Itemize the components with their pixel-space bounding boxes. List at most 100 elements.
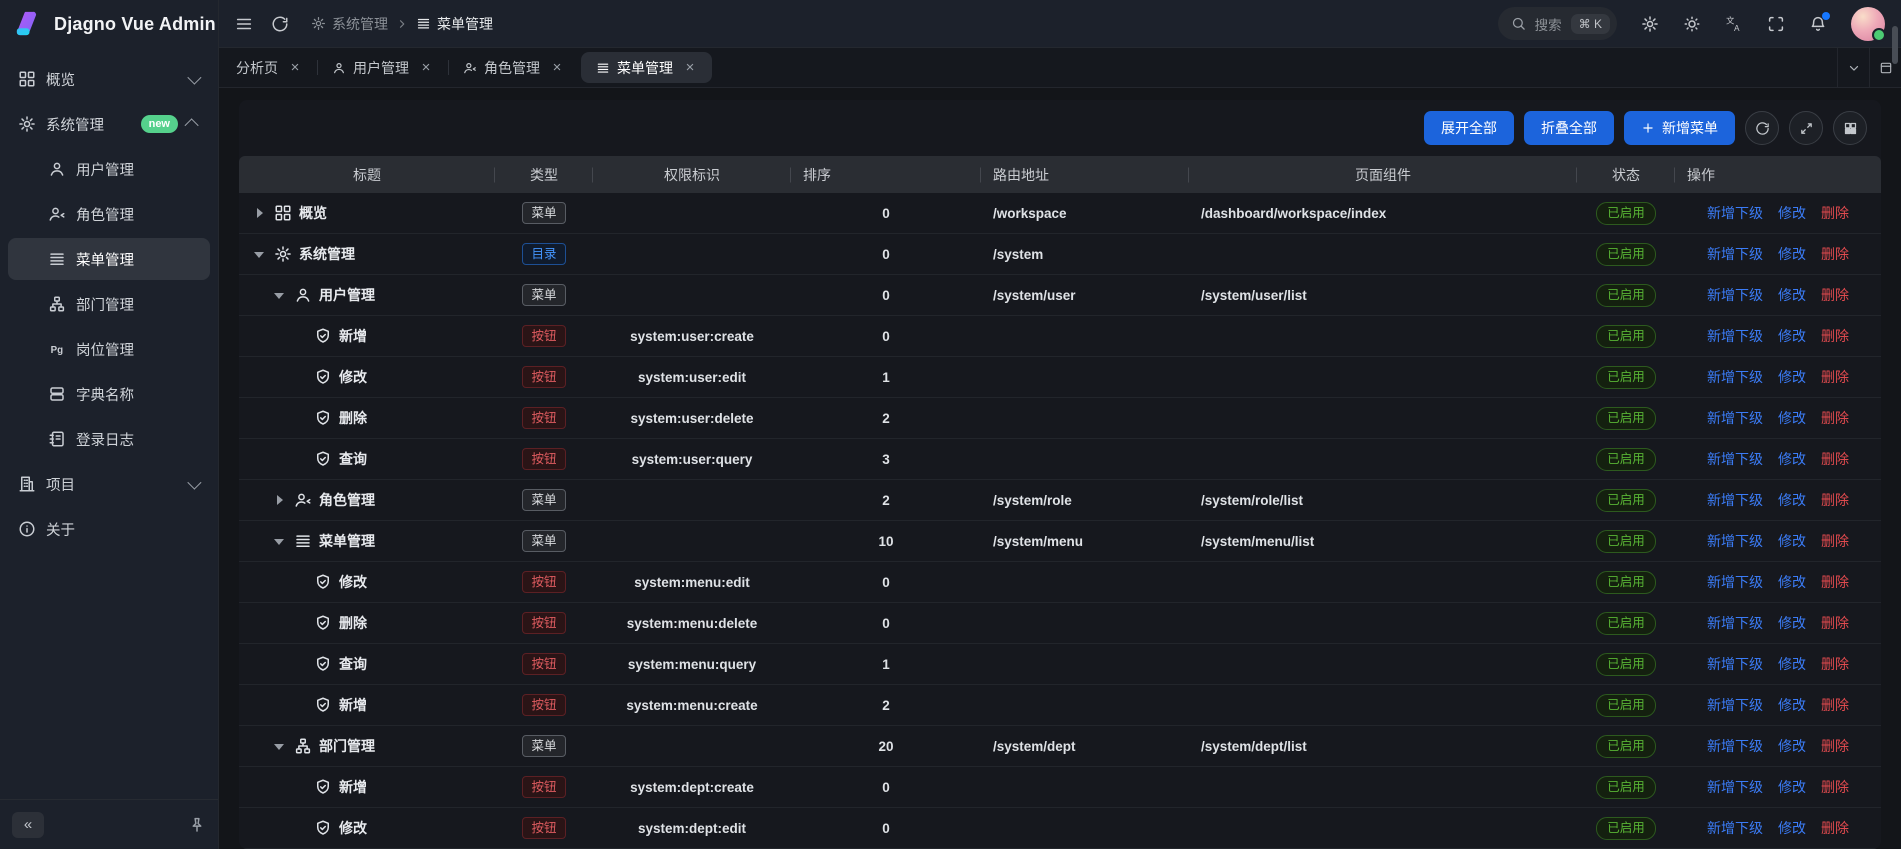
action-add-child[interactable]: 新增下级 <box>1707 490 1763 510</box>
action-delete[interactable]: 删除 <box>1821 613 1849 633</box>
tab[interactable]: 分析页 <box>221 48 317 87</box>
action-edit[interactable]: 修改 <box>1778 449 1806 469</box>
settings-gear-icon[interactable] <box>1641 15 1659 33</box>
action-delete[interactable]: 删除 <box>1821 777 1849 797</box>
tree-toggle-icon[interactable] <box>291 410 307 426</box>
sidebar-item[interactable]: 关于 <box>8 508 210 550</box>
action-edit[interactable]: 修改 <box>1778 490 1806 510</box>
action-add-child[interactable]: 新增下级 <box>1707 449 1763 469</box>
tab[interactable]: 用户管理 <box>317 48 448 87</box>
action-add-child[interactable]: 新增下级 <box>1707 285 1763 305</box>
tree-toggle-icon[interactable] <box>291 328 307 344</box>
action-delete[interactable]: 删除 <box>1821 818 1849 838</box>
action-add-child[interactable]: 新增下级 <box>1707 818 1763 838</box>
add-menu-button[interactable]: 新增菜单 <box>1624 111 1735 145</box>
action-delete[interactable]: 删除 <box>1821 736 1849 756</box>
action-edit[interactable]: 修改 <box>1778 777 1806 797</box>
action-add-child[interactable]: 新增下级 <box>1707 654 1763 674</box>
pin-icon[interactable] <box>188 816 206 834</box>
action-edit[interactable]: 修改 <box>1778 367 1806 387</box>
tab[interactable]: 菜单管理 <box>581 52 712 83</box>
action-add-child[interactable]: 新增下级 <box>1707 736 1763 756</box>
action-add-child[interactable]: 新增下级 <box>1707 367 1763 387</box>
tab-close-icon[interactable] <box>550 61 564 75</box>
sidebar-item[interactable]: 用户管理 <box>8 148 210 190</box>
tree-toggle-icon[interactable] <box>291 574 307 590</box>
tree-toggle-icon[interactable] <box>291 451 307 467</box>
sidebar-item[interactable]: 系统管理 new <box>8 103 210 145</box>
refresh-icon[interactable] <box>271 15 289 33</box>
action-add-child[interactable]: 新增下级 <box>1707 777 1763 797</box>
action-edit[interactable]: 修改 <box>1778 736 1806 756</box>
action-delete[interactable]: 删除 <box>1821 203 1849 223</box>
tree-toggle-icon[interactable] <box>291 656 307 672</box>
action-delete[interactable]: 删除 <box>1821 695 1849 715</box>
action-delete[interactable]: 删除 <box>1821 244 1849 264</box>
breadcrumb-item[interactable]: 菜单管理 <box>416 14 493 34</box>
tree-toggle-icon[interactable] <box>291 820 307 836</box>
table-expand-icon[interactable] <box>1789 111 1823 145</box>
sidebar-item[interactable]: Pg 岗位管理 <box>8 328 210 370</box>
tree-toggle-icon[interactable] <box>291 615 307 631</box>
action-edit[interactable]: 修改 <box>1778 613 1806 633</box>
action-edit[interactable]: 修改 <box>1778 531 1806 551</box>
action-add-child[interactable]: 新增下级 <box>1707 531 1763 551</box>
tab-close-icon[interactable] <box>683 61 697 75</box>
tree-toggle-icon[interactable] <box>271 492 287 508</box>
action-delete[interactable]: 删除 <box>1821 367 1849 387</box>
tree-toggle-icon[interactable] <box>291 369 307 385</box>
action-edit[interactable]: 修改 <box>1778 818 1806 838</box>
action-delete[interactable]: 删除 <box>1821 572 1849 592</box>
action-add-child[interactable]: 新增下级 <box>1707 572 1763 592</box>
action-delete[interactable]: 删除 <box>1821 654 1849 674</box>
action-delete[interactable]: 删除 <box>1821 449 1849 469</box>
tree-toggle-icon[interactable] <box>291 697 307 713</box>
language-icon[interactable]: 文A <box>1725 15 1743 33</box>
action-edit[interactable]: 修改 <box>1778 654 1806 674</box>
tab-close-icon[interactable] <box>288 61 302 75</box>
sidebar-collapse-button[interactable] <box>12 812 44 838</box>
sidebar-item[interactable]: 角色管理 <box>8 193 210 235</box>
fullscreen-icon[interactable] <box>1767 15 1785 33</box>
tree-toggle-icon[interactable] <box>271 287 287 303</box>
action-edit[interactable]: 修改 <box>1778 572 1806 592</box>
search-input[interactable]: 搜索 ⌘ K <box>1498 7 1617 40</box>
breadcrumb-item[interactable]: 系统管理 <box>311 14 388 34</box>
hamburger-icon[interactable] <box>235 15 253 33</box>
action-edit[interactable]: 修改 <box>1778 326 1806 346</box>
tree-toggle-icon[interactable] <box>251 205 267 221</box>
sidebar-item[interactable]: 概览 <box>8 58 210 100</box>
action-delete[interactable]: 删除 <box>1821 531 1849 551</box>
sidebar-item[interactable]: 菜单管理 <box>8 238 210 280</box>
action-add-child[interactable]: 新增下级 <box>1707 244 1763 264</box>
sidebar-item[interactable]: 登录日志 <box>8 418 210 460</box>
action-edit[interactable]: 修改 <box>1778 285 1806 305</box>
sidebar-item[interactable]: 部门管理 <box>8 283 210 325</box>
tab[interactable]: 角色管理 <box>448 48 579 87</box>
tree-toggle-icon[interactable] <box>291 779 307 795</box>
collapse-all-button[interactable]: 折叠全部 <box>1524 111 1614 145</box>
action-edit[interactable]: 修改 <box>1778 695 1806 715</box>
tree-toggle-icon[interactable] <box>271 738 287 754</box>
action-delete[interactable]: 删除 <box>1821 490 1849 510</box>
sidebar-item[interactable]: 项目 <box>8 463 210 505</box>
tree-toggle-icon[interactable] <box>271 533 287 549</box>
tree-toggle-icon[interactable] <box>251 246 267 262</box>
scrollbar-thumb[interactable] <box>1892 26 1898 64</box>
action-add-child[interactable]: 新增下级 <box>1707 408 1763 428</box>
table-columns-icon[interactable] <box>1833 111 1867 145</box>
action-edit[interactable]: 修改 <box>1778 203 1806 223</box>
action-edit[interactable]: 修改 <box>1778 408 1806 428</box>
action-edit[interactable]: 修改 <box>1778 244 1806 264</box>
action-delete[interactable]: 删除 <box>1821 326 1849 346</box>
action-add-child[interactable]: 新增下级 <box>1707 695 1763 715</box>
theme-sun-icon[interactable] <box>1683 15 1701 33</box>
tabs-dropdown-chevron-icon[interactable] <box>1837 48 1869 87</box>
expand-all-button[interactable]: 展开全部 <box>1424 111 1514 145</box>
action-delete[interactable]: 删除 <box>1821 408 1849 428</box>
action-add-child[interactable]: 新增下级 <box>1707 613 1763 633</box>
action-delete[interactable]: 删除 <box>1821 285 1849 305</box>
action-add-child[interactable]: 新增下级 <box>1707 203 1763 223</box>
sidebar-item[interactable]: 字典名称 <box>8 373 210 415</box>
tab-close-icon[interactable] <box>419 61 433 75</box>
